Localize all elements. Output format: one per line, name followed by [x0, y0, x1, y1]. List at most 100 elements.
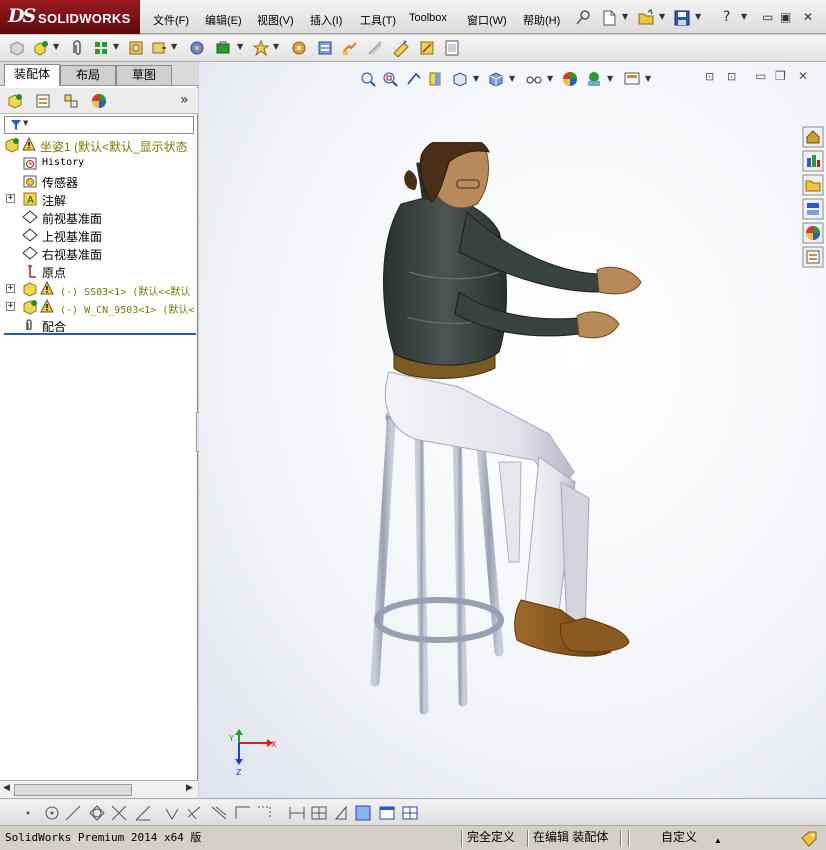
snapshot-icon[interactable]: [443, 39, 461, 57]
hide-show-items-icon[interactable]: [525, 70, 543, 88]
solidworks-logo[interactable]: DS SOLIDWORKS: [0, 0, 140, 34]
chevron-down-icon[interactable]: ▼: [695, 12, 701, 21]
edit-appearance-icon[interactable]: [561, 70, 579, 88]
menu-view[interactable]: 视图(V): [257, 12, 294, 28]
save-icon[interactable]: [673, 9, 691, 27]
chevron-down-icon[interactable]: ▼: [741, 12, 747, 21]
property-manager-icon[interactable]: [34, 92, 52, 110]
file-explorer-icon[interactable]: [802, 174, 824, 196]
viewport-restore-icon[interactable]: ❐: [775, 69, 786, 83]
tab-sketch[interactable]: 草图: [116, 65, 172, 85]
expand-plus-icon[interactable]: +: [6, 284, 15, 293]
tree-item-mates[interactable]: 配合: [0, 316, 198, 334]
tree-item-right-plane[interactable]: 右视基准面: [0, 244, 198, 262]
zoom-to-area-icon[interactable]: [381, 70, 399, 88]
tree-item-part-ss03[interactable]: + (-) SS03<1> (默认<<默认: [0, 280, 198, 298]
previous-view-icon[interactable]: [405, 70, 423, 88]
new-motion-study-icon[interactable]: [290, 39, 308, 57]
viewport-tile-horizontal-icon[interactable]: ⊡: [705, 70, 714, 83]
menu-tools[interactable]: 工具(T): [360, 12, 396, 28]
close-icon[interactable]: ✕: [803, 10, 813, 24]
paperclip-icon[interactable]: [68, 39, 86, 57]
status-units[interactable]: 自定义: [661, 830, 697, 847]
chevron-down-icon[interactable]: ▼: [645, 74, 651, 83]
scrollbar-thumb[interactable]: [14, 784, 132, 796]
chevron-down-icon[interactable]: ▼: [547, 74, 553, 83]
solidworks-resources-icon[interactable]: [802, 126, 824, 148]
mate-icon[interactable]: [32, 39, 50, 57]
open-folder-icon[interactable]: [637, 9, 655, 27]
appearances-scenes-icon[interactable]: [802, 222, 824, 244]
tree-item-front-plane[interactable]: 前视基准面: [0, 208, 198, 226]
tree-item-origin[interactable]: 原点: [0, 262, 198, 280]
expand-plus-icon[interactable]: +: [6, 194, 15, 203]
view-palette-icon[interactable]: [802, 198, 824, 220]
restore-icon[interactable]: ▣: [780, 10, 791, 24]
display-manager-icon[interactable]: [90, 92, 108, 110]
design-library-icon[interactable]: [802, 150, 824, 172]
menu-edit[interactable]: 编辑(E): [205, 12, 242, 28]
new-document-icon[interactable]: [600, 9, 618, 27]
smart-fasteners-icon[interactable]: [127, 39, 145, 57]
tree-item-sensors[interactable]: 传感器: [0, 172, 198, 190]
chevron-down-icon[interactable]: ▼: [171, 42, 177, 51]
interference-detection-icon[interactable]: [392, 39, 410, 57]
display-style-icon[interactable]: [487, 70, 505, 88]
view-settings-icon[interactable]: [623, 70, 641, 88]
chevron-down-icon[interactable]: ▼: [237, 42, 243, 51]
linear-pattern-icon[interactable]: [92, 39, 110, 57]
chevron-down-icon[interactable]: ▼: [113, 42, 119, 51]
help-question-icon[interactable]: ?: [723, 9, 730, 25]
tree-rollback-bar[interactable]: [4, 333, 196, 335]
graphics-area[interactable]: ▼ ▼ ▼ ▼ ▼ ⊡ ⊡ ▭ ❐ ✕ X Y Z: [199, 62, 826, 798]
chevron-down-icon[interactable]: ▼: [607, 74, 613, 83]
menu-toolbox[interactable]: Toolbox: [409, 12, 447, 24]
menu-file[interactable]: 文件(F): [153, 12, 189, 28]
viewport-close-icon[interactable]: ✕: [798, 69, 808, 83]
viewport-tile-vertical-icon[interactable]: ⊡: [727, 70, 736, 83]
chevron-up-icon[interactable]: ▲: [714, 833, 722, 850]
chevron-down-icon[interactable]: ▼: [473, 74, 479, 83]
scroll-left-icon[interactable]: ◀: [3, 783, 10, 793]
assembly-model-seated-figure[interactable]: [349, 142, 669, 742]
view-orientation-icon[interactable]: [451, 70, 469, 88]
exploded-view-icon[interactable]: [341, 39, 359, 57]
tree-horizontal-scrollbar[interactable]: ◀ ▶: [0, 780, 198, 798]
tag-icon[interactable]: [800, 830, 818, 847]
show-hidden-icon[interactable]: [188, 39, 206, 57]
viewport-minimize-icon[interactable]: ▭: [755, 69, 766, 83]
explode-line-sketch-icon[interactable]: [366, 39, 384, 57]
tree-item-history[interactable]: History: [0, 154, 198, 172]
insert-component-icon[interactable]: [8, 39, 26, 57]
tree-item-part-w-cn-9503[interactable]: + (-) W_CN_9503<1> (默认<: [0, 298, 198, 316]
move-component-icon[interactable]: [150, 39, 168, 57]
chevron-down-icon[interactable]: ▼: [509, 74, 515, 83]
tree-filter-input[interactable]: ▼: [4, 116, 194, 134]
pin-icon[interactable]: [574, 9, 592, 27]
expand-plus-icon[interactable]: +: [6, 302, 15, 311]
menu-help[interactable]: 帮助(H): [523, 12, 560, 28]
configuration-manager-icon[interactable]: [62, 92, 80, 110]
assembly-features-icon[interactable]: [214, 39, 232, 57]
feature-manager-icon[interactable]: [6, 92, 24, 110]
menu-window[interactable]: 窗口(W): [467, 12, 507, 28]
menu-insert[interactable]: 插入(I): [310, 12, 342, 28]
zoom-to-fit-icon[interactable]: [359, 70, 377, 88]
chevron-down-icon[interactable]: ▼: [659, 12, 665, 21]
minimize-icon[interactable]: ▭: [762, 10, 773, 24]
reference-geometry-icon[interactable]: [252, 39, 270, 57]
section-view-icon[interactable]: [427, 70, 445, 88]
tab-assembly[interactable]: 装配体: [4, 64, 60, 86]
tree-item-annotations[interactable]: + A 注解: [0, 190, 198, 208]
tree-item-top-plane[interactable]: 上视基准面: [0, 226, 198, 244]
bill-of-materials-icon[interactable]: [316, 39, 334, 57]
tab-layout[interactable]: 布局: [60, 65, 116, 85]
chevron-down-icon[interactable]: ▼: [273, 42, 279, 51]
custom-properties-icon[interactable]: [802, 246, 824, 268]
apply-scene-icon[interactable]: [585, 70, 603, 88]
chevron-down-icon[interactable]: ▼: [53, 42, 59, 51]
scroll-right-icon[interactable]: ▶: [186, 783, 193, 793]
instant3d-icon[interactable]: [418, 39, 436, 57]
expand-chevron-icon[interactable]: »: [180, 92, 189, 108]
tree-root-assembly[interactable]: 坐姿1 (默认<默认_显示状态: [0, 136, 198, 154]
